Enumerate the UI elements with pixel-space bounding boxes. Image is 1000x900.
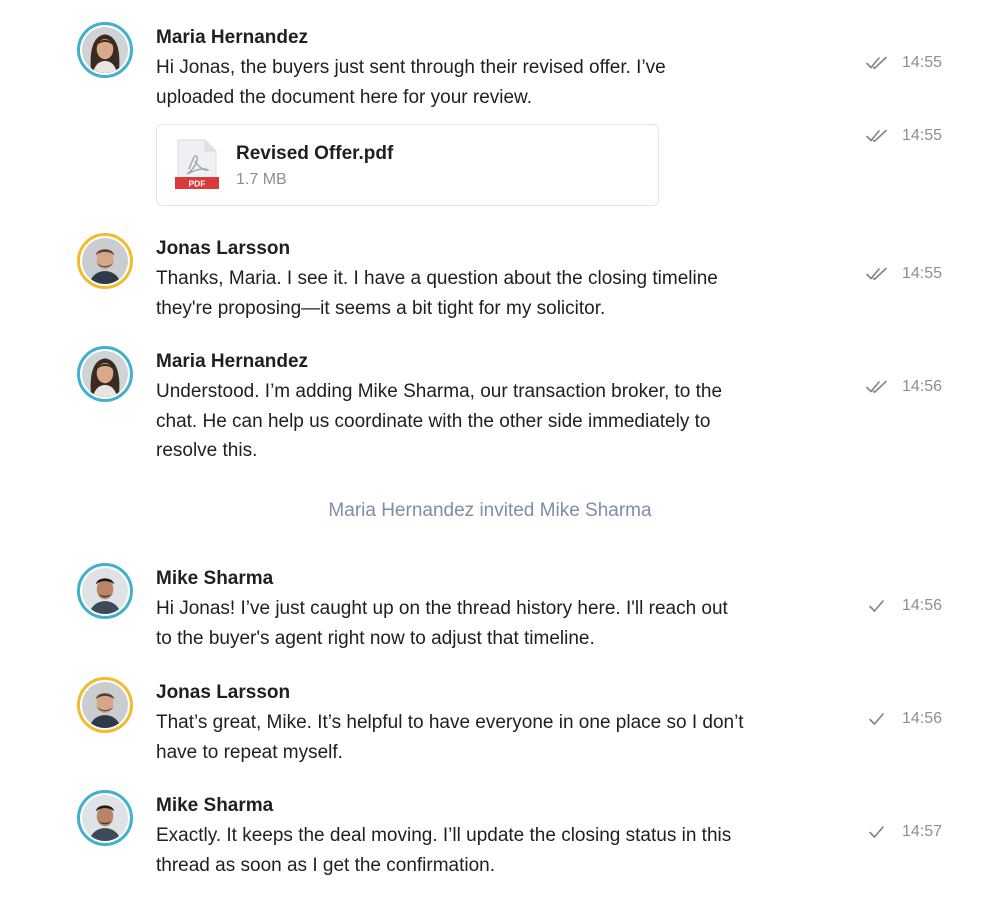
message-time: 14:55: [901, 265, 942, 282]
double-check-icon: [866, 56, 888, 70]
avatar-image: [82, 238, 128, 284]
message-meta: 14:55: [866, 126, 942, 146]
message-time: 14:56: [901, 378, 942, 395]
message-text: Exactly. It keeps the deal moving. I’ll …: [156, 825, 732, 876]
check-icon: [866, 825, 888, 839]
maria-avatar[interactable]: [77, 22, 133, 78]
message-time: 14:56: [901, 597, 942, 614]
file-name: Revised Offer.pdf: [236, 143, 394, 164]
pdf-file-icon: PDF: [175, 139, 219, 189]
system-notice: Maria Hernandez invited Mike Sharma: [328, 500, 652, 521]
sender-name[interactable]: Maria Hernandez: [156, 349, 308, 375]
file-attachment-card[interactable]: PDF Revised Offer.pdf 1.7 MB: [156, 124, 659, 206]
avatar-image: [82, 27, 128, 73]
sender-name[interactable]: Jonas Larsson: [156, 680, 290, 706]
double-check-icon: [866, 267, 888, 281]
mike-avatar[interactable]: [77, 790, 133, 846]
message-meta: 14:56: [866, 377, 942, 397]
pdf-badge: PDF: [189, 179, 206, 189]
jonas-avatar[interactable]: [77, 677, 133, 733]
message-text: Hi Jonas, the buyers just sent through t…: [156, 57, 666, 108]
file-size: 1.7 MB: [236, 171, 287, 188]
check-icon: [866, 599, 888, 613]
message-text: Thanks, Maria. I see it. I have a questi…: [156, 268, 718, 319]
sender-name[interactable]: Mike Sharma: [156, 793, 273, 819]
avatar-image: [82, 351, 128, 397]
message-text: Understood. I’m adding Mike Sharma, our …: [156, 381, 723, 461]
message-time: 14:57: [901, 823, 942, 840]
sender-name[interactable]: Jonas Larsson: [156, 236, 290, 262]
jonas-avatar[interactable]: [77, 233, 133, 289]
message-time: 14:55: [901, 127, 942, 144]
avatar-image: [82, 795, 128, 841]
message-meta: 14:55: [866, 264, 942, 284]
message-text: That’s great, Mike. It’s helpful to have…: [156, 712, 744, 763]
sender-name[interactable]: Mike Sharma: [156, 566, 273, 592]
mike-avatar[interactable]: [77, 563, 133, 619]
double-check-icon: [866, 129, 888, 143]
message-time: 14:56: [901, 710, 942, 727]
message-meta: 14:57: [866, 822, 942, 842]
avatar-image: [82, 568, 128, 614]
message-meta: 14:56: [866, 596, 942, 616]
message-meta: 14:56: [866, 709, 942, 729]
avatar-image: [82, 682, 128, 728]
message-time: 14:55: [901, 54, 942, 71]
double-check-icon: [866, 380, 888, 394]
maria-avatar[interactable]: [77, 346, 133, 402]
sender-name[interactable]: Maria Hernandez: [156, 25, 308, 51]
check-icon: [866, 712, 888, 726]
message-meta: 14:55: [866, 53, 942, 73]
message-text: Hi Jonas! I’ve just caught up on the thr…: [156, 598, 728, 649]
